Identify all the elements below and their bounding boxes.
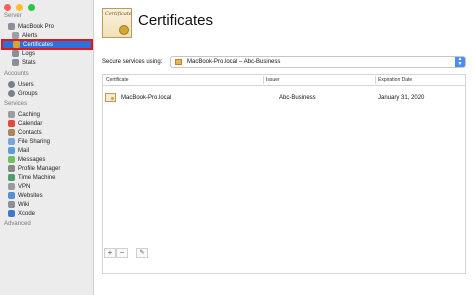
column-header-expiration[interactable]: Expiration Date <box>378 77 412 83</box>
sidebar-section-title: Server <box>4 13 22 19</box>
sidebar-item-wiki[interactable]: Wiki <box>2 200 92 209</box>
sidebar-item-label: Logs <box>22 50 36 57</box>
cell-certificate: MacBook-Pro.local <box>121 95 172 101</box>
sidebar-item-label: MacBook Pro <box>18 23 55 30</box>
remove-button[interactable]: − <box>116 248 128 258</box>
websites-icon <box>8 192 15 199</box>
server-icon <box>8 23 15 30</box>
sidebar-item-groups[interactable]: Groups <box>2 89 92 98</box>
sidebar-item-messages[interactable]: Messages <box>2 155 92 164</box>
stats-icon <box>12 59 19 66</box>
sidebar-item-stats[interactable]: Stats <box>2 58 92 67</box>
sidebar-item-label: Contacts <box>18 129 42 136</box>
column-header-certificate[interactable]: Certificate <box>106 77 129 83</box>
sidebar-item-label: Calendar <box>18 120 43 127</box>
certificate-icon <box>105 93 116 102</box>
sidebar-item-label: Caching <box>18 111 41 118</box>
sidebar-item-logs[interactable]: Logs <box>2 49 92 58</box>
sidebar-item-vpn[interactable]: VPN <box>2 182 92 191</box>
table-footer: + − ✎ <box>102 248 466 260</box>
certificates-table: Certificate Issuer Expiration Date MacBo… <box>102 74 466 274</box>
sidebar-item-caching[interactable]: Caching <box>2 110 92 119</box>
sidebar: Server MacBook Pro Alerts Certificates Logs S… <box>0 0 94 295</box>
main-panel: Certificate Certificates Secure services… <box>94 0 474 295</box>
file-sharing-icon <box>8 138 15 145</box>
sidebar-item-label: Xcode <box>18 210 36 217</box>
column-divider <box>375 76 376 84</box>
groups-icon <box>8 90 15 97</box>
caching-icon <box>8 111 15 118</box>
time-machine-icon <box>8 174 15 181</box>
sidebar-item-label: Certificates <box>23 41 54 48</box>
sidebar-item-label: VPN <box>18 183 31 190</box>
sidebar-item-label: Profile Manager <box>18 165 61 172</box>
cell-expiration: January 31, 2020 <box>378 95 425 101</box>
certificate-icon <box>13 41 20 48</box>
sidebar-section-title: Advanced <box>4 221 31 227</box>
secure-services-label: Secure services using: <box>102 59 163 65</box>
certificate-icon: Certificate <box>102 8 132 38</box>
sidebar-item-label: Messages <box>18 156 46 163</box>
sidebar-item-macbook-pro[interactable]: MacBook Pro <box>2 22 92 31</box>
table-row[interactable]: MacBook-Pro.local Abc-Business January 3… <box>103 87 465 109</box>
alerts-icon <box>12 32 19 39</box>
mail-icon <box>8 147 15 154</box>
sidebar-item-label: Alerts <box>22 32 38 39</box>
sidebar-item-label: Wiki <box>18 201 30 208</box>
sidebar-item-websites[interactable]: Websites <box>2 191 92 200</box>
close-button[interactable] <box>4 4 11 11</box>
server-app-window: Server MacBook Pro Alerts Certificates Logs S… <box>0 0 474 295</box>
popup-arrows-icon: ▲ ▼ <box>455 57 465 67</box>
sidebar-item-label: Groups <box>18 90 38 97</box>
certificate-art-text: Certificate <box>105 11 132 17</box>
sidebar-item-label: Time Machine <box>18 174 56 181</box>
column-header-issuer[interactable]: Issuer <box>266 77 280 83</box>
calendar-icon <box>8 120 15 127</box>
sidebar-item-contacts[interactable]: Contacts <box>2 128 92 137</box>
minimize-button[interactable] <box>16 4 23 11</box>
window-controls <box>4 4 35 11</box>
sidebar-item-mail[interactable]: Mail <box>2 146 92 155</box>
xcode-icon <box>8 210 15 217</box>
sidebar-item-label: Mail <box>18 147 30 154</box>
sidebar-item-profile-manager[interactable]: Profile Manager <box>2 164 92 173</box>
wiki-icon <box>8 201 15 208</box>
table-header: Certificate Issuer Expiration Date <box>103 75 465 86</box>
edit-icon[interactable]: ✎ <box>136 248 148 258</box>
secure-services-popup[interactable]: MacBook-Pro.local – Abc-Business ▲ ▼ <box>170 56 466 68</box>
sidebar-item-file-sharing[interactable]: File Sharing <box>2 137 92 146</box>
sidebar-item-label: File Sharing <box>18 138 51 145</box>
users-icon <box>8 81 15 88</box>
sidebar-section-title: Services <box>4 101 28 107</box>
messages-icon <box>8 156 15 163</box>
cell-issuer: Abc-Business <box>279 95 316 101</box>
sidebar-item-label: Users <box>18 81 34 88</box>
vpn-icon <box>8 183 15 190</box>
add-button[interactable]: + <box>104 248 116 258</box>
certificate-icon <box>175 59 182 65</box>
contacts-icon <box>8 129 15 136</box>
column-divider <box>263 76 264 84</box>
seal-icon <box>119 25 129 35</box>
sidebar-item-time-machine[interactable]: Time Machine <box>2 173 92 182</box>
sidebar-item-calendar[interactable]: Calendar <box>2 119 92 128</box>
zoom-button[interactable] <box>28 4 35 11</box>
profile-manager-icon <box>8 165 15 172</box>
page-title: Certificates <box>138 12 214 29</box>
sidebar-item-xcode[interactable]: Xcode <box>2 209 92 218</box>
secure-services-value: MacBook-Pro.local – Abc-Business <box>187 59 281 65</box>
sidebar-item-users[interactable]: Users <box>2 80 92 89</box>
logs-icon <box>12 50 19 57</box>
sidebar-item-label: Stats <box>22 59 36 66</box>
sidebar-section-title: Accounts <box>4 71 29 77</box>
sidebar-item-label: Websites <box>18 192 43 199</box>
